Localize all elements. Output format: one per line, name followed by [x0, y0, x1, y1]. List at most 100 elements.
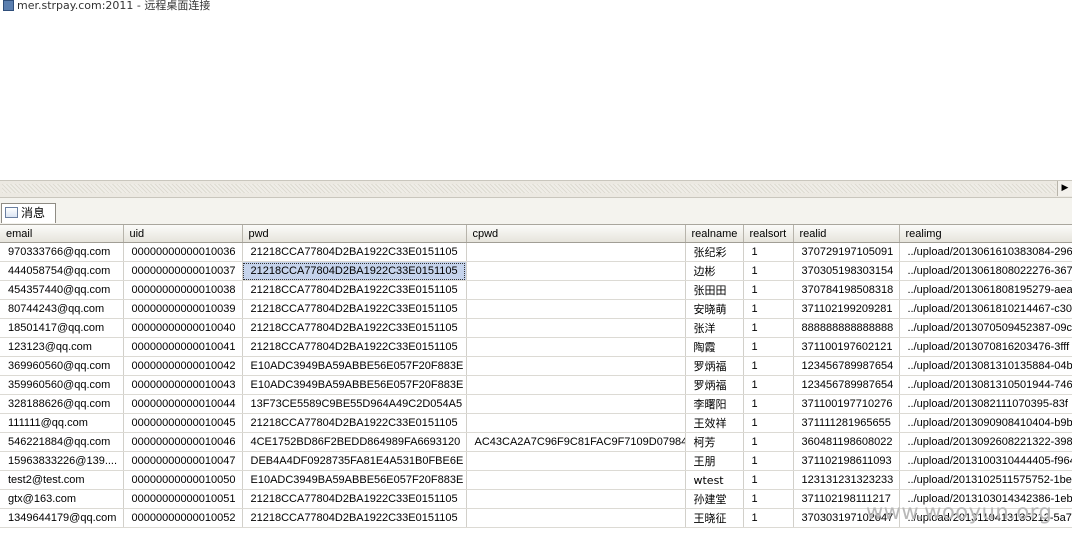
cell-uid[interactable]: 00000000000010038: [123, 280, 243, 300]
table-row[interactable]: 454357440@qq.com 00000000000010038 21218CC…: [0, 280, 1072, 300]
cell-realsort[interactable]: 1: [743, 261, 794, 281]
cell-realsort[interactable]: 1: [743, 470, 794, 490]
cell-pwd[interactable]: 21218CCA77804D2BA1922C33E0151105: [242, 299, 467, 319]
table-row[interactable]: gtx@163.com 00000000000010051 21218CCA7780…: [0, 489, 1072, 509]
table-row[interactable]: 546221884@qq.com 00000000000010046 4CE1752…: [0, 432, 1072, 452]
cell-pwd[interactable]: 21218CCA77804D2BA1922C33E0151105: [242, 489, 467, 509]
cell-realname[interactable]: wtest: [685, 470, 744, 490]
cell-uid[interactable]: 00000000000010036: [123, 242, 243, 262]
cell-email[interactable]: 970333766@qq.com: [0, 242, 124, 262]
cell-pwd[interactable]: 21218CCA77804D2BA1922C33E0151105: [242, 261, 467, 281]
cell-realid[interactable]: 123456789987654: [793, 356, 900, 376]
cell-email[interactable]: 1349644179@qq.com: [0, 508, 124, 528]
cell-realimg[interactable]: ../upload/20130813105019​44-746: [899, 375, 1072, 395]
cell-realname[interactable]: 王朋: [685, 451, 744, 471]
cell-cpwd[interactable]: [466, 470, 686, 490]
column-header-pwd[interactable]: pwd: [242, 225, 467, 243]
cell-email[interactable]: 359960560@qq.com: [0, 375, 124, 395]
cell-realsort[interactable]: 1: [743, 432, 794, 452]
cell-realname[interactable]: 王效祥: [685, 413, 744, 433]
cell-realimg[interactable]: ../upload/20130926082213​22-398: [899, 432, 1072, 452]
table-row[interactable]: 359960560@qq.com 00000000000010043 E10ADC3…: [0, 375, 1072, 395]
table-row[interactable]: 18501417@qq.com 00000000000010040 21218CCA…: [0, 318, 1072, 338]
cell-cpwd[interactable]: [466, 280, 686, 300]
cell-realsort[interactable]: 1: [743, 375, 794, 395]
scroll-right-arrow-icon[interactable]: ▶: [1057, 181, 1072, 196]
cell-realname[interactable]: 罗炳福: [685, 375, 744, 395]
cell-cpwd[interactable]: [466, 489, 686, 509]
cell-realsort[interactable]: 1: [743, 489, 794, 509]
cell-realsort[interactable]: 1: [743, 318, 794, 338]
cell-realsort[interactable]: 1: [743, 280, 794, 300]
table-row[interactable]: 970333766@qq.com 00000000000010036 21218CC…: [0, 242, 1072, 262]
cell-cpwd[interactable]: [466, 299, 686, 319]
cell-realimg[interactable]: ../upload/20131003104444​05-f964: [899, 451, 1072, 471]
table-row[interactable]: 15963833226@139.... 00000000000010047 DEB4…: [0, 451, 1072, 471]
column-header-realsort[interactable]: realsort: [743, 225, 794, 243]
cell-realimg[interactable]: ../upload/20130618081952​79-aea: [899, 280, 1072, 300]
cell-email[interactable]: 328188626@qq.com: [0, 394, 124, 414]
cell-realsort[interactable]: 1: [743, 242, 794, 262]
cell-cpwd[interactable]: [466, 356, 686, 376]
cell-pwd[interactable]: E10ADC3949BA59ABBE56E057F20F883E: [242, 375, 467, 395]
cell-realid[interactable]: 371111281965655: [793, 413, 900, 433]
cell-realid[interactable]: 123456789987654: [793, 375, 900, 395]
cell-realimg[interactable]: ../upload/20130618102144​67-c30: [899, 299, 1072, 319]
cell-uid[interactable]: 00000000000010040: [123, 318, 243, 338]
column-header-realid[interactable]: realid: [793, 225, 900, 243]
cell-realname[interactable]: 罗炳福: [685, 356, 744, 376]
cell-realimg[interactable]: ../upload/20130618080222​76-367: [899, 261, 1072, 281]
cell-realimg[interactable]: ../upload/20131025115757​52-1be: [899, 470, 1072, 490]
cell-realimg[interactable]: ../upload/20130708162034​76-3fff: [899, 337, 1072, 357]
results-grid[interactable]: email uid pwd cpwd realname realsort realid rea…: [0, 225, 1072, 540]
cell-realid[interactable]: 371102198111217: [793, 489, 900, 509]
cell-realimg[interactable]: ../upload/20130909084104​04-b9b: [899, 413, 1072, 433]
cell-realimg[interactable]: ../upload/20130705094523​87-09c: [899, 318, 1072, 338]
tab-messages[interactable]: 消息: [1, 203, 56, 223]
cell-cpwd[interactable]: [466, 242, 686, 262]
table-row[interactable]: 80744243@qq.com 00000000000010039 21218CCA…: [0, 299, 1072, 319]
cell-uid[interactable]: 00000000000010050: [123, 470, 243, 490]
cell-cpwd[interactable]: [466, 394, 686, 414]
cell-pwd[interactable]: 21218CCA77804D2BA1922C33E0151105: [242, 508, 467, 528]
cell-realid[interactable]: 370303197102047: [793, 508, 900, 528]
cell-cpwd[interactable]: AC43CA2A7C96F9C81FAC9F7109D07984: [466, 432, 686, 452]
cell-pwd[interactable]: E10ADC3949BA59ABBE56E057F20F883E: [242, 356, 467, 376]
cell-uid[interactable]: 00000000000010039: [123, 299, 243, 319]
cell-pwd[interactable]: 21218CCA77804D2BA1922C33E0151105: [242, 337, 467, 357]
cell-realimg[interactable]: ../upload/20130616103830​84-296: [899, 242, 1072, 262]
column-header-realname[interactable]: realname: [685, 225, 744, 243]
cell-pwd[interactable]: 21218CCA77804D2BA1922C33E0151105: [242, 318, 467, 338]
column-header-realimg[interactable]: realimg: [899, 225, 1072, 243]
cell-pwd[interactable]: E10ADC3949BA59ABBE56E057F20F883E: [242, 470, 467, 490]
cell-pwd[interactable]: DEB4A4DF0928735FA81E4A531B0FBE6E: [242, 451, 467, 471]
cell-email[interactable]: 444058754@qq.com: [0, 261, 124, 281]
cell-realsort[interactable]: 1: [743, 413, 794, 433]
cell-realsort[interactable]: 1: [743, 394, 794, 414]
cell-realid[interactable]: 370305198303154: [793, 261, 900, 281]
cell-realsort[interactable]: 1: [743, 451, 794, 471]
cell-uid[interactable]: 00000000000010046: [123, 432, 243, 452]
cell-realsort[interactable]: 1: [743, 337, 794, 357]
cell-realid[interactable]: 370729197105091: [793, 242, 900, 262]
cell-realsort[interactable]: 1: [743, 299, 794, 319]
cell-email[interactable]: 454357440@qq.com: [0, 280, 124, 300]
column-header-cpwd[interactable]: cpwd: [466, 225, 686, 243]
cell-cpwd[interactable]: [466, 318, 686, 338]
cell-cpwd[interactable]: [466, 413, 686, 433]
cell-realimg[interactable]: ../upload/20131030143423​86-1eb: [899, 489, 1072, 509]
cell-email[interactable]: 546221884@qq.com: [0, 432, 124, 452]
cell-realid[interactable]: 371100197710276: [793, 394, 900, 414]
table-row[interactable]: 328188626@qq.com 00000000000010044 13F73CE…: [0, 394, 1072, 414]
column-header-email[interactable]: email: [0, 225, 124, 243]
cell-realid[interactable]: 371102199209281: [793, 299, 900, 319]
cell-uid[interactable]: 00000000000010041: [123, 337, 243, 357]
cell-realname[interactable]: 柯芳: [685, 432, 744, 452]
cell-realsort[interactable]: 1: [743, 356, 794, 376]
cell-realsort[interactable]: 1: [743, 508, 794, 528]
cell-realid[interactable]: 360481198608022: [793, 432, 900, 452]
cell-realimg[interactable]: ../upload/20130821110703​95-83f: [899, 394, 1072, 414]
cell-pwd[interactable]: 21218CCA77804D2BA1922C33E0151105: [242, 413, 467, 433]
cell-realname[interactable]: 张洋: [685, 318, 744, 338]
cell-uid[interactable]: 00000000000010037: [123, 261, 243, 281]
